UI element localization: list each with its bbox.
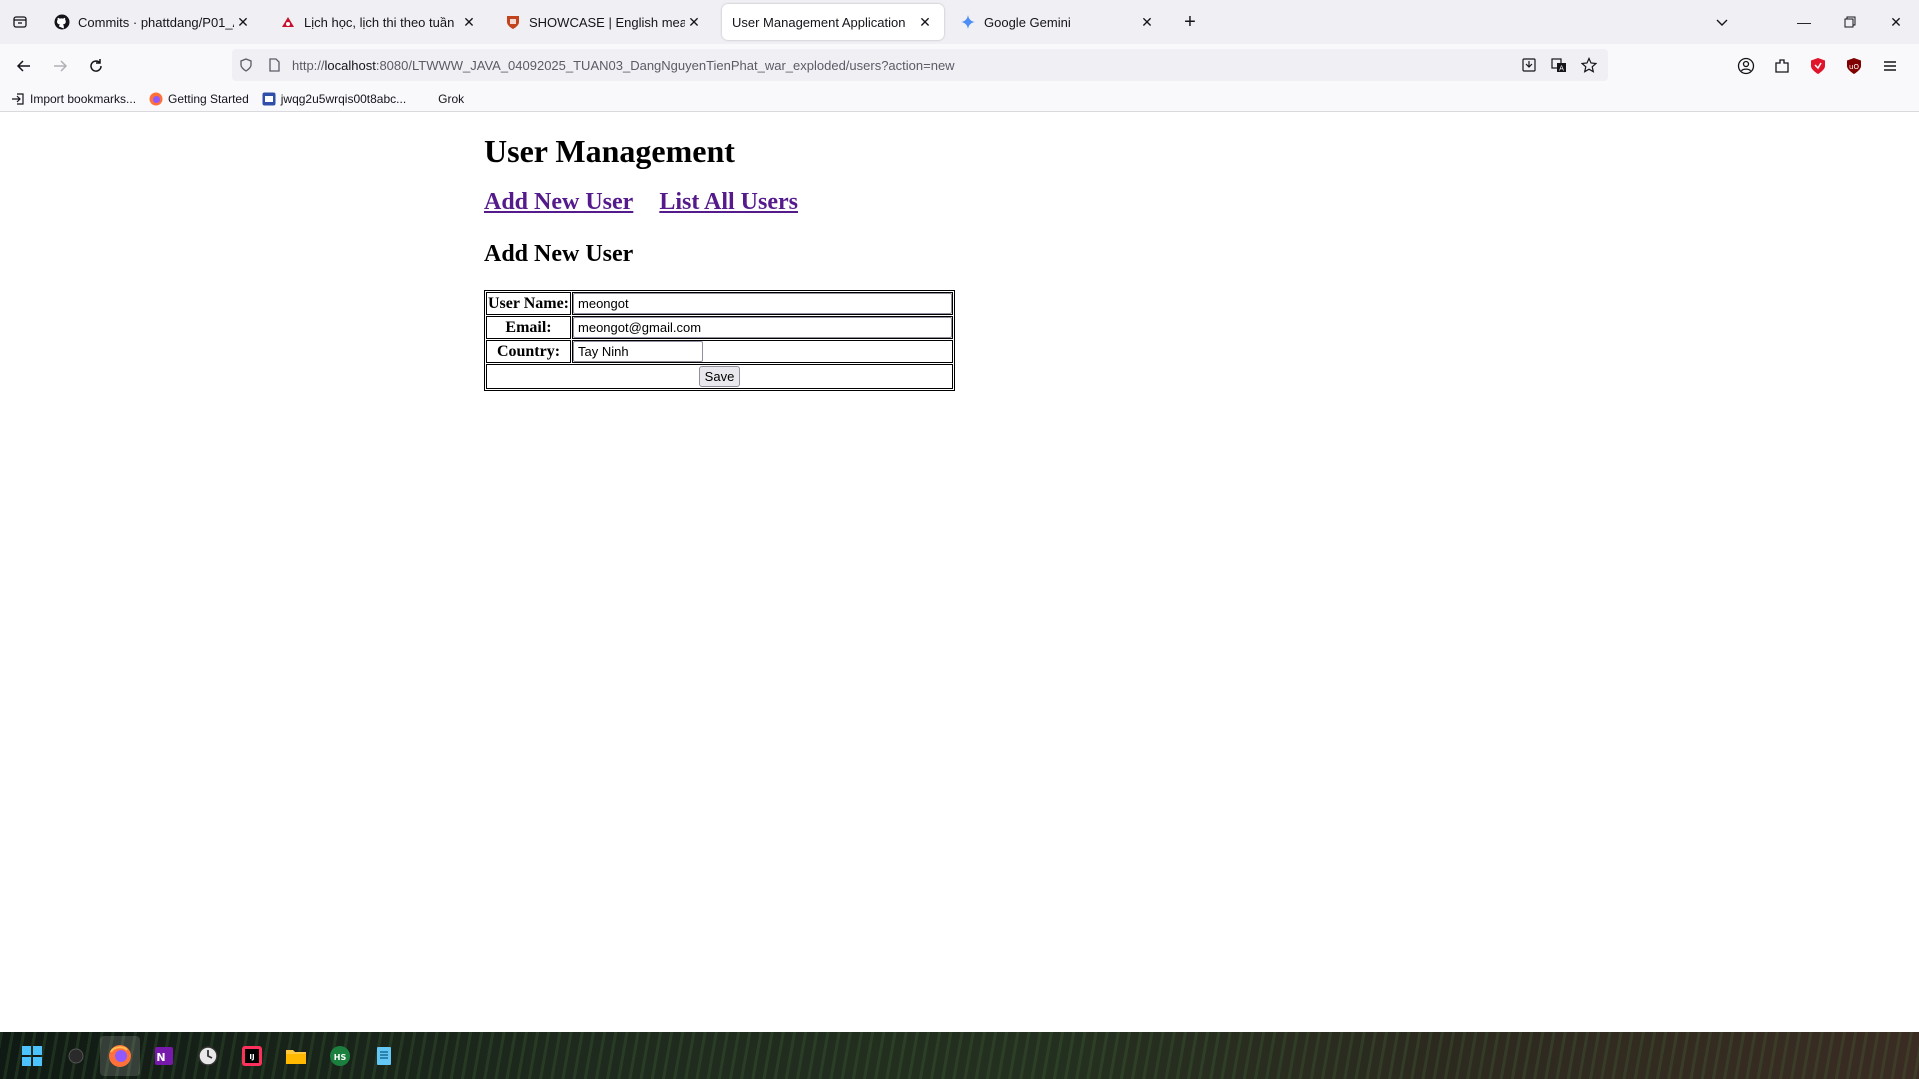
- close-window-icon[interactable]: ✕: [1873, 0, 1919, 44]
- tab-list-icon[interactable]: [0, 0, 40, 44]
- shield-icon[interactable]: [232, 49, 260, 81]
- bookmark-site[interactable]: jwqg2u5wrqis00t8abc...: [261, 88, 406, 110]
- page-title: User Management: [484, 133, 735, 169]
- notepad-icon[interactable]: [364, 1036, 404, 1076]
- site-icon: [261, 91, 277, 107]
- save-button[interactable]: Save: [698, 366, 741, 387]
- github-icon: [54, 14, 70, 30]
- list-all-users-link[interactable]: List All Users: [659, 189, 798, 215]
- url-prefix: http://: [292, 57, 325, 73]
- tab-title: Lịch học, lịch thi theo tuần: [304, 14, 455, 30]
- tab-lich-hoc[interactable]: Lịch học, lịch thi theo tuần ✕: [270, 4, 488, 40]
- bookmark-label: Grok: [438, 91, 465, 106]
- clock-app-icon[interactable]: [188, 1036, 228, 1076]
- form-row-save: Save: [486, 364, 953, 389]
- page-nav-links: Add New User List All Users: [484, 189, 818, 216]
- hs-app-icon[interactable]: HS: [320, 1036, 360, 1076]
- tab-bar: Commits · phattdang/P01_Auto ✕ Lịch học,…: [0, 0, 1919, 44]
- account-icon[interactable]: [1728, 50, 1764, 82]
- cambridge-shield-icon: [505, 14, 521, 30]
- svg-text:A: A: [1559, 65, 1564, 73]
- bookmark-getting-started[interactable]: Getting Started: [148, 88, 249, 110]
- address-bar[interactable]: http://localhost:8080/LTWWW_JAVA_0409202…: [232, 49, 1608, 81]
- windows-start-icon[interactable]: [12, 1036, 52, 1076]
- svg-text:uO: uO: [1849, 63, 1859, 71]
- bookmark-import[interactable]: Import bookmarks...: [10, 88, 136, 110]
- onenote-icon[interactable]: N: [144, 1036, 184, 1076]
- svg-text:IJ: IJ: [249, 1053, 254, 1061]
- ublock-icon[interactable]: uO: [1836, 50, 1872, 82]
- add-new-user-link[interactable]: Add New User: [484, 189, 633, 215]
- username-label: User Name:: [486, 292, 572, 315]
- close-icon[interactable]: ✕: [916, 13, 934, 31]
- back-arrow-icon[interactable]: [8, 50, 40, 82]
- school-logo-icon: [280, 14, 296, 30]
- country-input[interactable]: [573, 341, 704, 362]
- taskbar: N IJ HS: [0, 1032, 1919, 1079]
- form-row-country: Country:: [486, 340, 953, 363]
- bookmark-label: Getting Started: [168, 91, 249, 106]
- extensions-icon[interactable]: [1764, 50, 1800, 82]
- tab-showcase[interactable]: SHOWCASE | English meaning - ✕: [495, 4, 713, 40]
- reload-icon[interactable]: [80, 50, 112, 82]
- page-icon[interactable]: [260, 49, 288, 81]
- url-text: http://localhost:8080/LTWWW_JAVA_0409202…: [292, 58, 955, 73]
- tab-title: SHOWCASE | English meaning -: [529, 14, 685, 30]
- grok-icon: [418, 91, 434, 107]
- form-heading: Add New User: [484, 241, 634, 267]
- page-content: User Management Add New User List All Us…: [0, 113, 1919, 1032]
- minimize-icon[interactable]: —: [1781, 0, 1827, 44]
- bookmark-label: jwqg2u5wrqis00t8abc...: [280, 91, 407, 106]
- tab-title: User Management Application: [732, 14, 906, 30]
- close-icon[interactable]: ✕: [460, 13, 478, 31]
- username-input[interactable]: [573, 293, 952, 314]
- tab-github-commits[interactable]: Commits · phattdang/P01_Auto ✕: [44, 4, 262, 40]
- url-host: localhost: [324, 57, 376, 73]
- form-row-username: User Name:: [486, 292, 953, 315]
- country-label: Country:: [486, 340, 572, 363]
- bookmark-star-icon[interactable]: [1578, 54, 1600, 76]
- tab-user-management[interactable]: User Management Application ✕: [722, 4, 944, 40]
- bookmark-grok[interactable]: Grok: [418, 88, 464, 110]
- bookmark-label: Import bookmarks...: [30, 91, 137, 106]
- close-icon[interactable]: ✕: [234, 13, 252, 31]
- tab-google-gemini[interactable]: Google Gemini ✕: [950, 4, 1166, 40]
- window-controls: — ✕: [1781, 0, 1919, 44]
- svg-text:HS: HS: [334, 1053, 347, 1062]
- restore-icon[interactable]: [1827, 0, 1873, 44]
- file-explorer-icon[interactable]: [276, 1036, 316, 1076]
- close-icon[interactable]: ✕: [1138, 13, 1156, 31]
- shield-extension-icon[interactable]: [1800, 50, 1836, 82]
- url-path: :8080/LTWWW_JAVA_04092025_TUAN03_DangNgu…: [375, 57, 955, 73]
- user-form-table: User Name: Email: Country: Save: [484, 290, 955, 391]
- close-icon[interactable]: ✕: [685, 13, 703, 31]
- chevron-down-icon[interactable]: [1710, 10, 1734, 34]
- menu-icon[interactable]: [1872, 50, 1908, 82]
- svg-text:N: N: [156, 1051, 165, 1064]
- translate-icon[interactable]: A: [1548, 54, 1570, 76]
- email-label: Email:: [486, 316, 572, 339]
- toolbar-right: uO: [1728, 50, 1908, 82]
- firefox-icon[interactable]: [100, 1036, 140, 1076]
- intellij-icon[interactable]: IJ: [232, 1036, 272, 1076]
- install-icon[interactable]: [1518, 54, 1540, 76]
- import-icon: [10, 91, 26, 107]
- nav-bar: http://localhost:8080/LTWWW_JAVA_0409202…: [0, 44, 1919, 86]
- tab-title: Commits · phattdang/P01_Auto: [78, 14, 234, 30]
- form-row-email: Email:: [486, 316, 953, 339]
- gemini-sparkle-icon: [960, 14, 976, 30]
- bookmarks-bar: Import bookmarks... Getting Started jwqg…: [0, 86, 1919, 112]
- taskbar-apps: N IJ HS: [12, 1036, 408, 1076]
- firefox-icon: [148, 91, 164, 107]
- forward-arrow-icon[interactable]: [44, 50, 76, 82]
- new-tab-icon[interactable]: +: [1178, 10, 1202, 34]
- tab-title: Google Gemini: [984, 14, 1071, 30]
- url-actions: A: [1518, 49, 1600, 81]
- search-icon[interactable]: [56, 1036, 96, 1076]
- email-input[interactable]: [573, 317, 952, 338]
